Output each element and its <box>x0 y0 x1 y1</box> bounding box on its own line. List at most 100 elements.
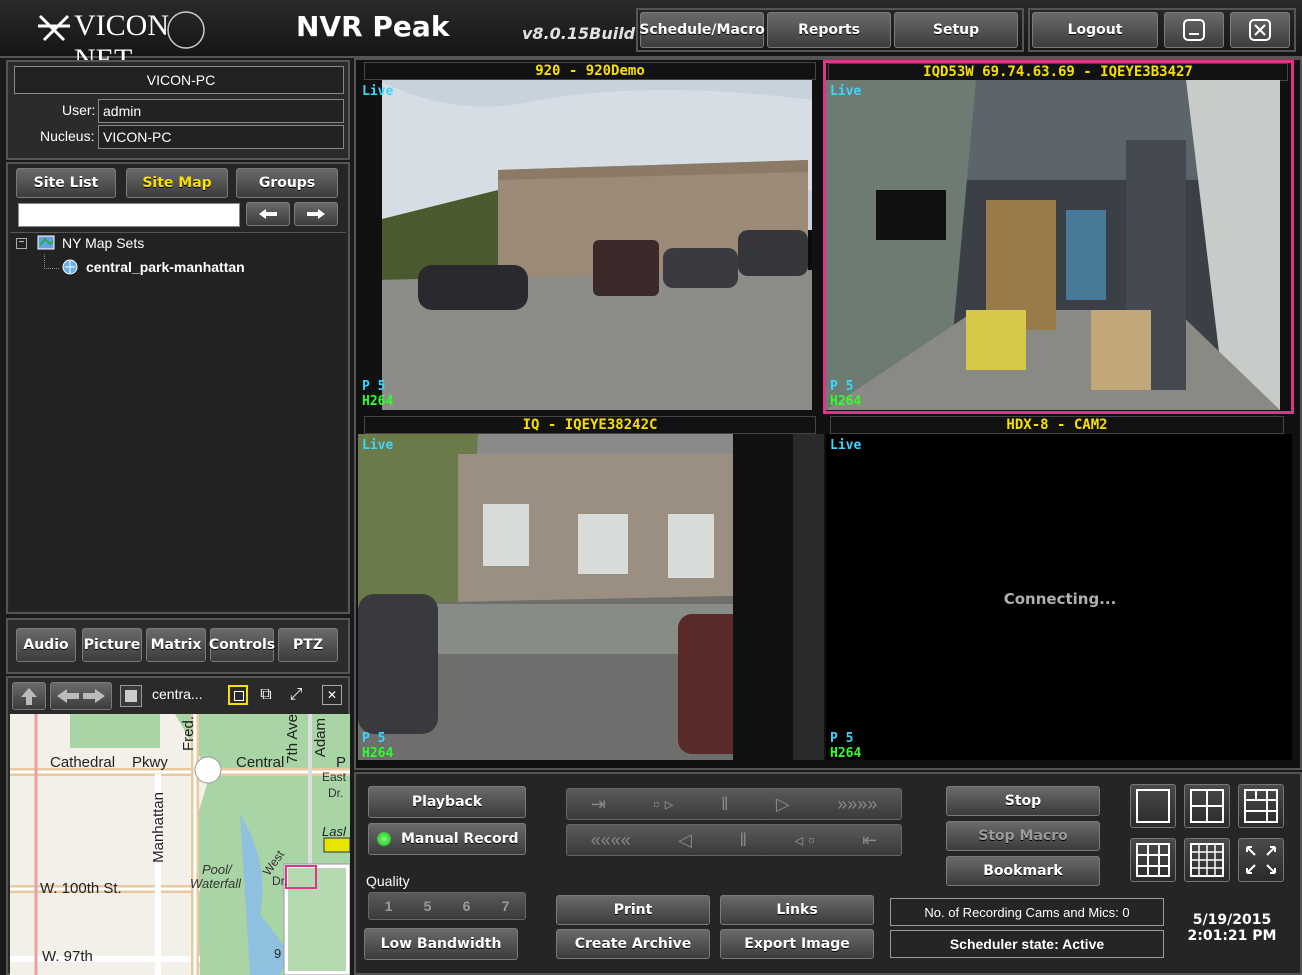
layout-3x3-icon <box>1136 843 1170 877</box>
step-reverse-icon[interactable]: ⇤ <box>862 830 877 851</box>
site-map-view[interactable]: Cathedral Pkwy Central Fred. 7th Ave Ada… <box>10 714 350 975</box>
camera-4-live-label: Live <box>830 438 862 453</box>
recording-cams-status: No. of Recording Cams and Mics: 0 <box>890 898 1164 926</box>
manual-record-button[interactable]: Manual Record <box>368 823 526 855</box>
tab-site-map[interactable]: Site Map <box>126 168 228 198</box>
up-arrow-icon <box>21 688 37 705</box>
quality-slider[interactable]: 1 5 6 7 <box>368 892 526 920</box>
time-display: 2:01:21 PM <box>1187 928 1277 944</box>
scheduler-state-status: Scheduler state: Active <box>890 930 1164 958</box>
zoom-box-icon[interactable] <box>228 685 248 705</box>
forward-transport-bar: ⇥ ▫ ▹ ‖ ▷ »»»» <box>566 788 902 820</box>
vicon-logo: VICON NET <box>34 6 234 76</box>
nucleus-field[interactable]: VICON-PC <box>98 125 344 149</box>
map-set-icon <box>37 235 55 250</box>
low-bandwidth-button[interactable]: Low Bandwidth <box>364 928 518 960</box>
map-up-button[interactable] <box>12 682 46 710</box>
bookmark-button[interactable]: Bookmark <box>946 856 1100 886</box>
play-reverse-icon[interactable]: ◁ <box>678 830 692 851</box>
quality-value-7[interactable]: 7 <box>502 898 510 914</box>
tab-picture[interactable]: Picture <box>82 628 142 662</box>
camera-1-view[interactable] <box>358 80 812 410</box>
tab-ptz[interactable]: PTZ <box>278 628 338 662</box>
camera-3-image <box>358 434 824 760</box>
stop-button[interactable]: Stop <box>946 786 1100 816</box>
fast-reverse-icon[interactable]: «««« <box>591 830 631 851</box>
close-icon <box>1249 19 1271 41</box>
map-label-lasl: Lasl <box>322 824 346 839</box>
print-button[interactable]: Print <box>556 895 710 925</box>
prev-arrow-button[interactable] <box>246 202 290 226</box>
server-name-field: VICON-PC <box>14 66 344 94</box>
logout-button[interactable]: Logout <box>1032 12 1158 48</box>
camera-3-view[interactable] <box>358 434 824 760</box>
layout-1plus5-button[interactable] <box>1238 784 1284 828</box>
map-label-p: P <box>336 754 347 771</box>
restore-icon[interactable]: ⧉ <box>256 685 276 705</box>
layout-3x3-button[interactable] <box>1130 838 1176 882</box>
camera-2-view[interactable] <box>826 80 1280 410</box>
pause-reverse-icon[interactable]: ‖ <box>739 830 746 851</box>
minimize-button[interactable] <box>1164 12 1224 48</box>
map-select-icon[interactable] <box>120 685 142 707</box>
camera-3-p-label: P 5 <box>362 731 386 746</box>
step-forward-icon[interactable]: ⇥ <box>591 794 606 815</box>
fullscreen-icon[interactable]: ⤢ <box>286 685 306 705</box>
quality-value-6[interactable]: 6 <box>463 898 471 914</box>
camera-1-codec: H264 <box>362 394 394 409</box>
layout-1x1-icon <box>1136 789 1170 823</box>
camera-2-image <box>826 80 1280 410</box>
slow-forward-icon[interactable]: ▫ ▹ <box>653 794 673 815</box>
camera-3-title[interactable]: IQ - IQEYE38242C <box>364 416 816 434</box>
minimize-icon <box>1183 19 1205 41</box>
fullscreen-layout-button[interactable] <box>1238 838 1284 882</box>
fast-forward-icon[interactable]: »»»» <box>837 794 877 815</box>
tab-site-list[interactable]: Site List <box>16 168 116 198</box>
reports-button[interactable]: Reports <box>767 12 891 48</box>
user-field[interactable]: admin <box>98 99 344 123</box>
create-archive-button[interactable]: Create Archive <box>556 929 710 959</box>
pause-forward-icon[interactable]: ‖ <box>721 794 728 815</box>
map-label-dr: Dr. <box>328 786 344 800</box>
playback-button[interactable]: Playback <box>368 786 526 818</box>
camera-2-title[interactable]: IQD53W 69.74.63.69 - IQEYE3B3427 <box>828 63 1288 81</box>
camera-1-image <box>358 80 812 410</box>
reverse-transport-bar: «««« ◁ ‖ ◃ ▫ ⇤ <box>566 824 902 856</box>
links-button[interactable]: Links <box>720 895 874 925</box>
map-label-97th: W. 97th <box>42 948 93 965</box>
layout-4x4-button[interactable] <box>1184 838 1230 882</box>
tree-collapse-icon[interactable]: − <box>16 238 27 249</box>
back-forward-icon <box>57 689 105 703</box>
camera-1-title[interactable]: 920 - 920Demo <box>364 62 816 80</box>
map-name-label: centra... <box>152 686 203 702</box>
stop-macro-button[interactable]: Stop Macro <box>946 821 1100 851</box>
quality-value-5[interactable]: 5 <box>424 898 432 914</box>
camera-4-status: Connecting... <box>1003 590 1117 608</box>
tab-audio[interactable]: Audio <box>16 628 76 662</box>
layout-1x1-button[interactable] <box>1130 784 1176 828</box>
tab-controls[interactable]: Controls <box>209 628 275 662</box>
quality-label: Quality <box>366 873 410 889</box>
manual-record-label: Manual Record <box>401 831 519 847</box>
tab-groups[interactable]: Groups <box>236 168 338 198</box>
tree-root-label[interactable]: NY Map Sets <box>62 235 144 251</box>
export-image-button[interactable]: Export Image <box>720 929 874 959</box>
site-search-input[interactable] <box>18 203 240 227</box>
layout-2x2-button[interactable] <box>1184 784 1230 828</box>
map-close-icon[interactable]: ✕ <box>322 685 342 705</box>
next-arrow-button[interactable] <box>294 202 338 226</box>
quality-value-1[interactable]: 1 <box>385 898 393 914</box>
slow-reverse-icon[interactable]: ◃ ▫ <box>794 830 814 851</box>
map-label-pkwy: Pkwy <box>132 754 168 771</box>
tab-matrix[interactable]: Matrix <box>146 628 206 662</box>
camera-1-live-label: Live <box>362 84 394 99</box>
setup-button[interactable]: Setup <box>894 12 1018 48</box>
camera-4-title[interactable]: HDX-8 - CAM2 <box>830 416 1284 434</box>
schedule-macro-button[interactable]: Schedule/Macro <box>639 12 765 48</box>
map-label-east: East <box>322 770 347 784</box>
play-forward-icon[interactable]: ▷ <box>776 794 790 815</box>
close-button[interactable] <box>1230 12 1290 48</box>
map-back-forward-button[interactable] <box>50 682 112 710</box>
map-label-7th-ave: 7th Ave <box>284 714 301 764</box>
tree-child-label[interactable]: central_park-manhattan <box>86 259 245 275</box>
